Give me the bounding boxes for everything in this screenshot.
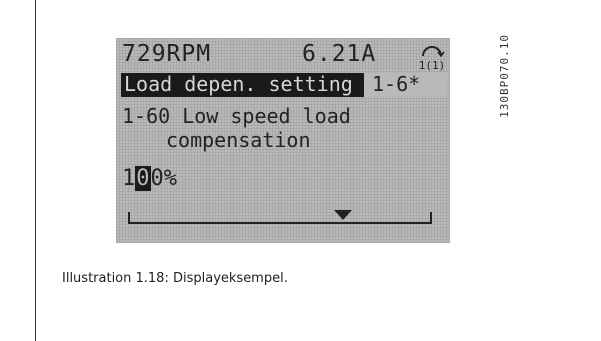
scale-tick-right <box>430 212 432 224</box>
value-remainder: 0% <box>150 166 178 191</box>
scale-baseline <box>128 222 432 224</box>
menu-index-box: 1-6* <box>364 72 447 97</box>
lcp-display: 729RPM 6.21A 1(1) Load depen. setting 1-… <box>116 38 450 243</box>
current-readout: 6.21A <box>302 41 377 67</box>
parameter-name-line1: 1-60 Low speed load <box>122 104 351 128</box>
value-cursor-digit[interactable]: 0 <box>135 166 151 191</box>
figure-code: 130BP070.10 <box>498 34 511 118</box>
active-setup-icon: 1(1) <box>419 46 445 72</box>
value-digit-1: 1 <box>122 166 136 191</box>
parameter-name-line2: compensation <box>166 128 311 152</box>
menu-index: 1-6* <box>372 72 421 96</box>
value-scale-bar <box>128 210 432 224</box>
figure-caption: Illustration 1.18: Displayeksempel. <box>62 271 288 286</box>
scale-position-marker-icon <box>334 210 352 220</box>
page-left-rule <box>35 0 36 341</box>
speed-readout: 729RPM <box>122 41 212 67</box>
active-setup-label: 1(1) <box>419 59 445 72</box>
menu-title-bar: Load depen. setting 1-6* <box>121 72 447 97</box>
parameter-value[interactable]: 100% <box>122 166 177 191</box>
menu-title: Load depen. setting <box>124 72 353 96</box>
scale-tick-left <box>128 212 130 224</box>
